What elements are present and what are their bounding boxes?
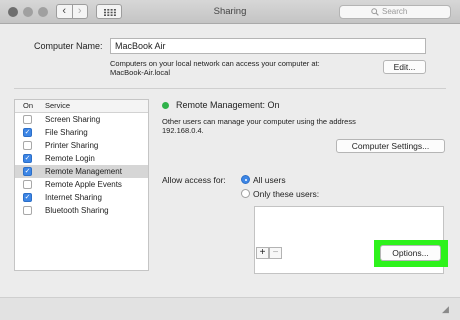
checkbox-unchecked-icon[interactable]: [23, 206, 32, 215]
remote-management-description: Other users can manage your computer usi…: [162, 117, 356, 135]
service-row[interactable]: ✓ Remote Login: [15, 152, 148, 165]
service-label: Remote Management: [45, 167, 122, 176]
description-line-2: 192.168.0.4.: [162, 126, 204, 135]
checkbox-checked-icon[interactable]: ✓: [23, 193, 32, 202]
computer-name-field[interactable]: MacBook Air: [110, 38, 426, 54]
section-divider: [14, 88, 446, 89]
add-user-button[interactable]: +: [256, 247, 269, 259]
search-placeholder: Search: [382, 7, 408, 16]
service-label: Bluetooth Sharing: [45, 206, 109, 215]
all-users-label: All users: [253, 175, 286, 185]
service-row[interactable]: Remote Apple Events: [15, 178, 148, 191]
allow-access-label: Allow access for:: [162, 175, 226, 185]
computer-settings-button[interactable]: Computer Settings...: [336, 139, 445, 153]
status-indicator-icon: [162, 102, 169, 109]
service-label: Printer Sharing: [45, 141, 99, 150]
service-row[interactable]: Screen Sharing: [15, 113, 148, 126]
checkbox-checked-icon[interactable]: ✓: [23, 128, 32, 137]
service-row[interactable]: Printer Sharing: [15, 139, 148, 152]
search-input[interactable]: Search: [339, 5, 451, 19]
checkbox-unchecked-icon[interactable]: [23, 141, 32, 150]
all-users-radio[interactable]: [241, 175, 250, 184]
checkbox-checked-icon[interactable]: ✓: [23, 154, 32, 163]
bottom-bar: [0, 297, 460, 320]
service-label: File Sharing: [45, 128, 88, 137]
description-line-1: Other users can manage your computer usi…: [162, 117, 356, 126]
service-row[interactable]: ✓ Remote Management: [15, 165, 148, 178]
status-title: Remote Management: On: [176, 100, 280, 110]
local-address-line-2: MacBook-Air.local: [110, 68, 171, 77]
service-row[interactable]: ✓ File Sharing: [15, 126, 148, 139]
column-header-on[interactable]: On: [23, 100, 33, 112]
local-address-info: Computers on your local network can acce…: [110, 59, 320, 77]
checkbox-checked-icon[interactable]: ✓: [23, 167, 32, 176]
edit-button[interactable]: Edit...: [383, 60, 426, 74]
service-label: Remote Apple Events: [45, 180, 122, 189]
service-row[interactable]: Bluetooth Sharing: [15, 204, 148, 217]
column-header-service[interactable]: Service: [45, 100, 70, 112]
search-icon: [371, 8, 379, 16]
only-these-users-radio[interactable]: [241, 189, 250, 198]
title-bar: ‹ › Sharing Search: [0, 0, 460, 24]
service-list-header: On Service: [15, 100, 148, 113]
local-address-line-1: Computers on your local network can acce…: [110, 59, 320, 68]
service-label: Remote Login: [45, 154, 95, 163]
computer-name-label: Computer Name:: [34, 41, 103, 51]
remove-user-button[interactable]: −: [269, 247, 282, 259]
service-label: Internet Sharing: [45, 193, 102, 202]
service-row[interactable]: ✓ Internet Sharing: [15, 191, 148, 204]
options-button[interactable]: Options...: [380, 245, 441, 261]
checkbox-unchecked-icon[interactable]: [23, 115, 32, 124]
service-label: Screen Sharing: [45, 115, 101, 124]
resize-handle-icon[interactable]: ◢: [442, 304, 449, 315]
checkbox-unchecked-icon[interactable]: [23, 180, 32, 189]
only-these-users-label: Only these users:: [253, 189, 320, 199]
service-list: On Service Screen Sharing ✓ File Sharing Pr…: [14, 99, 149, 271]
